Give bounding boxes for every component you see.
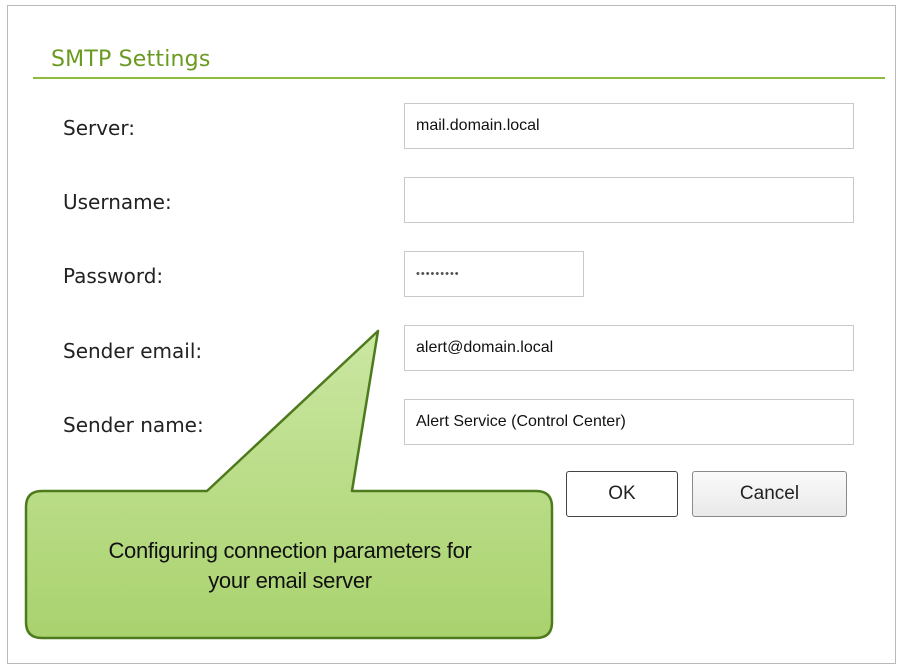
callout-line-1: Configuring connection parameters for — [108, 538, 472, 563]
callout-line-2: your email server — [208, 568, 372, 593]
callout-text: Configuring connection parameters for yo… — [30, 536, 550, 596]
